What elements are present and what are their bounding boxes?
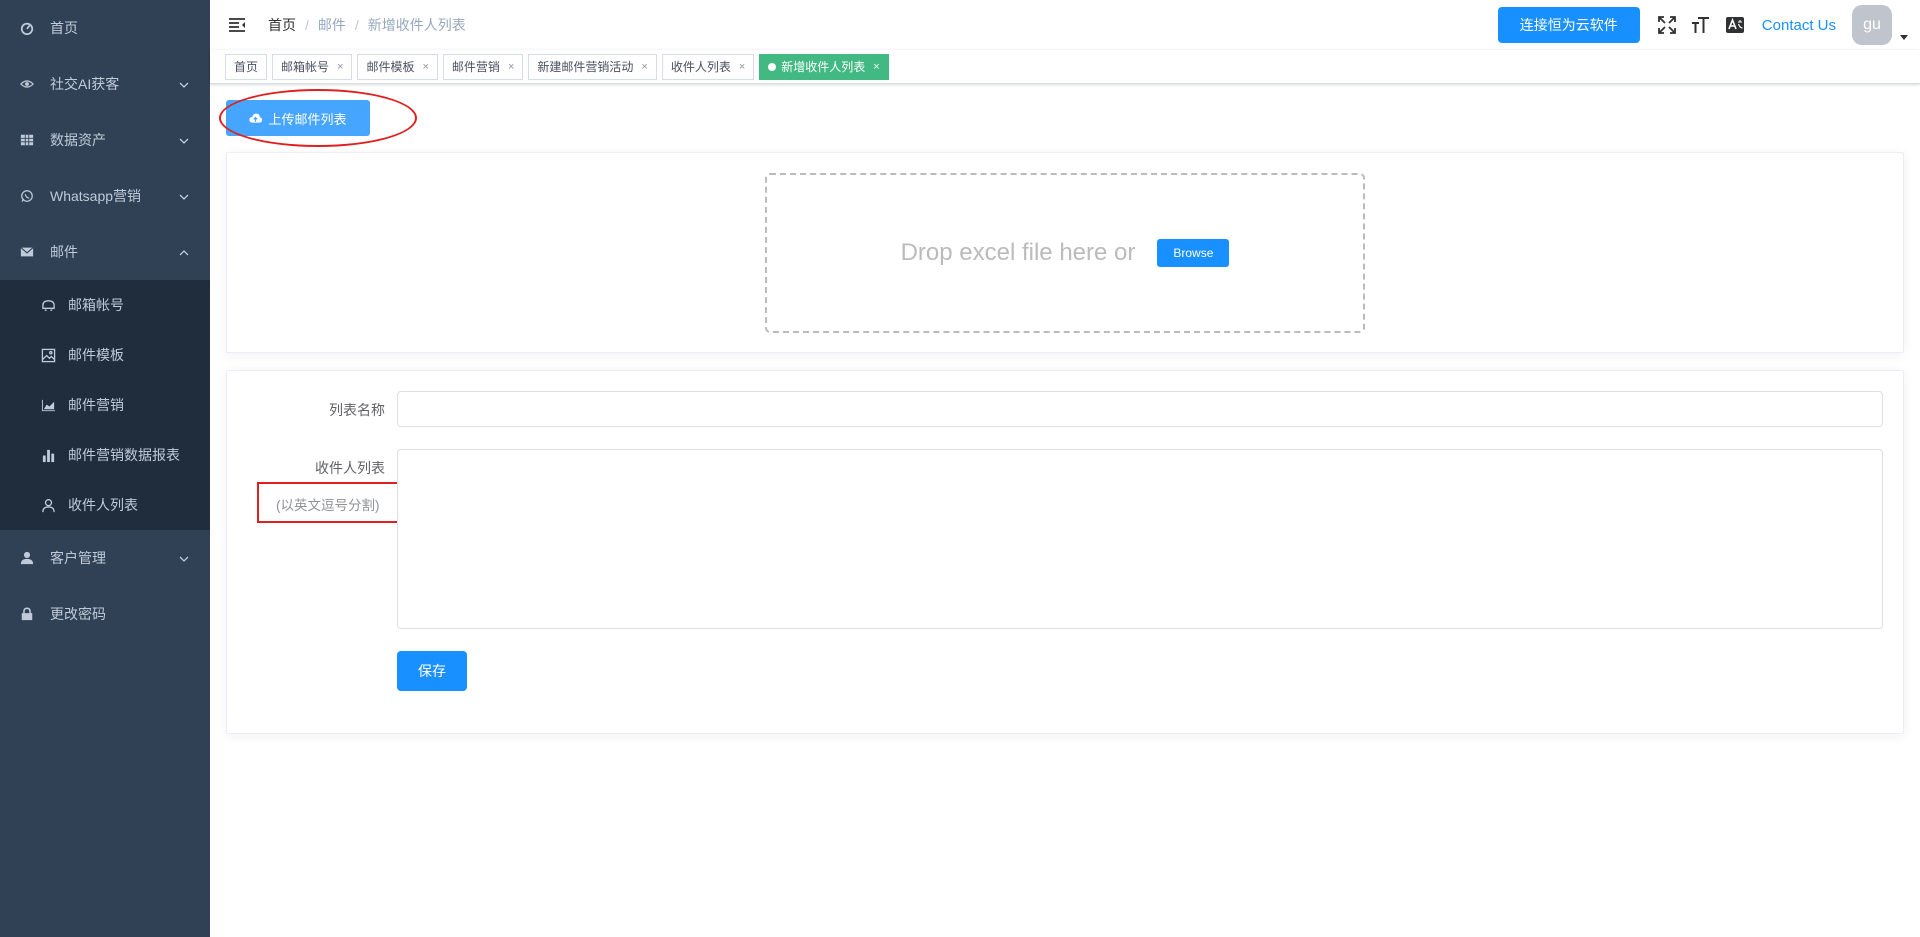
drop-zone-text: Drop excel file here or	[900, 239, 1136, 266]
sidebar-item-mail-accounts[interactable]: 邮箱帐号	[0, 280, 210, 330]
area-chart-icon	[40, 397, 56, 413]
sidebar-item-data-assets[interactable]: 数据资产	[0, 112, 210, 168]
sidebar-item-customers[interactable]: 客户管理	[0, 530, 210, 586]
user-icon	[40, 497, 56, 513]
tag-mail-accounts[interactable]: 邮箱帐号 ×	[272, 53, 353, 80]
close-icon[interactable]: ×	[337, 55, 343, 79]
breadcrumb-current: 新增收件人列表	[367, 17, 466, 33]
tags-view: 首页 邮箱帐号 × 邮件模板 × 邮件营销 × 新建邮件营销活动 × 收件人列表 × 新增…	[210, 50, 1920, 84]
chevron-down-icon	[178, 134, 190, 146]
sidebar-item-label: 客户管理	[50, 550, 106, 566]
bar-chart-icon	[40, 447, 56, 463]
sidebar-item-label: 邮件营销数据报表	[68, 447, 180, 463]
caret-down-icon[interactable]	[1898, 30, 1910, 42]
sidebar-item-recipient-list[interactable]: 收件人列表	[0, 480, 210, 530]
mailbox-icon	[40, 297, 56, 313]
sidebar-item-label: 邮件模板	[68, 347, 124, 363]
breadcrumb-mail: 邮件	[317, 17, 346, 33]
font-size-icon[interactable]	[1690, 14, 1712, 36]
lock-icon	[20, 607, 34, 621]
sidebar-item-label: 邮箱帐号	[68, 297, 124, 313]
sidebar-item-home[interactable]: 首页	[0, 0, 210, 56]
tag-home[interactable]: 首页	[225, 53, 268, 80]
list-name-label: 列表名称	[329, 402, 385, 418]
close-icon[interactable]: ×	[641, 55, 647, 79]
whatsapp-icon	[20, 189, 34, 203]
sidebar-item-label: 首页	[50, 20, 78, 36]
chevron-down-icon	[178, 78, 190, 90]
sidebar-item-mail-reports[interactable]: 邮件营销数据报表	[0, 430, 210, 480]
menu-toggle-icon[interactable]	[228, 17, 245, 33]
breadcrumb-separator: /	[354, 17, 359, 33]
tag-new-recipient-list[interactable]: 新增收件人列表 ×	[759, 53, 889, 80]
sidebar-item-label: 更改密码	[50, 606, 106, 622]
close-icon[interactable]: ×	[739, 55, 745, 79]
sidebar: 首页 社交AI获客 数据资产 Whatsapp营销 邮件 邮箱帐号 邮件模板 邮…	[0, 0, 210, 937]
chevron-down-icon	[178, 190, 190, 202]
table-icon	[20, 133, 34, 147]
tag-label: 邮箱帐号	[281, 59, 330, 74]
mail-submenu: 邮箱帐号 邮件模板 邮件营销 邮件营销数据报表 收件人列表	[0, 280, 210, 530]
tag-new-campaign[interactable]: 新建邮件营销活动 ×	[528, 53, 657, 80]
connect-cloud-button[interactable]: 连接恒为云软件	[1497, 7, 1640, 43]
recipients-hint: (以英文逗号分割)	[276, 498, 380, 513]
image-icon	[40, 347, 56, 363]
tag-label: 新建邮件营销活动	[537, 59, 634, 74]
cloud-upload-icon	[249, 113, 263, 123]
close-icon[interactable]: ×	[873, 55, 879, 79]
sidebar-item-label: 收件人列表	[68, 497, 138, 513]
translate-icon[interactable]	[1724, 14, 1746, 36]
breadcrumb-separator: /	[305, 17, 309, 33]
tag-label: 收件人列表	[670, 59, 731, 74]
recipients-textarea[interactable]	[397, 449, 1883, 629]
person-icon	[20, 551, 34, 565]
sidebar-item-social-ai[interactable]: 社交AI获客	[0, 56, 210, 112]
sidebar-item-change-password[interactable]: 更改密码	[0, 586, 210, 642]
close-icon[interactable]: ×	[422, 55, 428, 79]
list-name-input[interactable]	[397, 391, 1883, 427]
chevron-down-icon	[178, 552, 190, 564]
contact-us-link[interactable]: Contact Us	[1762, 17, 1836, 34]
sidebar-item-label: 数据资产	[50, 132, 106, 148]
tag-recipient-list[interactable]: 收件人列表 ×	[661, 53, 755, 80]
breadcrumb: 首页 / 邮件 / 新增收件人列表	[268, 15, 466, 35]
tag-label: 新增收件人列表	[781, 59, 866, 74]
tag-mail-templates[interactable]: 邮件模板 ×	[357, 53, 438, 80]
upload-mail-list-button[interactable]: 上传邮件列表	[226, 100, 370, 136]
upload-button-label: 上传邮件列表	[268, 111, 347, 127]
sidebar-item-mail[interactable]: 邮件	[0, 224, 210, 280]
tag-label: 首页	[234, 59, 259, 74]
breadcrumb-home[interactable]: 首页	[268, 15, 296, 35]
sidebar-item-label: 邮件	[50, 244, 78, 260]
sidebar-item-label: 社交AI获客	[50, 76, 120, 92]
browse-button[interactable]: Browse	[1157, 239, 1230, 267]
sidebar-item-mail-marketing[interactable]: 邮件营销	[0, 380, 210, 430]
sidebar-item-whatsapp[interactable]: Whatsapp营销	[0, 168, 210, 224]
eye-icon	[20, 77, 34, 91]
active-dot-icon	[768, 62, 777, 71]
tag-label: 邮件营销	[451, 59, 500, 74]
fullscreen-icon[interactable]	[1656, 14, 1678, 36]
close-icon[interactable]: ×	[508, 55, 514, 79]
navbar: 首页 / 邮件 / 新增收件人列表 连接恒为云软件 Contact Us gu	[210, 0, 1920, 50]
excel-drop-zone[interactable]: Drop excel file here or Browse	[765, 173, 1365, 333]
right-menu: 连接恒为云软件 Contact Us gu	[1497, 0, 1920, 50]
chevron-up-icon	[178, 246, 190, 258]
tag-mail-marketing[interactable]: 邮件营销 ×	[442, 53, 524, 80]
tag-label: 邮件模板	[366, 59, 415, 74]
avatar[interactable]: gu	[1852, 5, 1892, 45]
sidebar-item-label: 邮件营销	[68, 397, 124, 413]
recipients-label: 收件人列表	[315, 460, 385, 476]
sidebar-item-mail-templates[interactable]: 邮件模板	[0, 330, 210, 380]
save-button[interactable]: 保存	[397, 651, 467, 691]
sidebar-item-label: Whatsapp营销	[50, 188, 142, 204]
dashboard-icon	[20, 21, 34, 35]
envelope-icon	[20, 245, 34, 259]
